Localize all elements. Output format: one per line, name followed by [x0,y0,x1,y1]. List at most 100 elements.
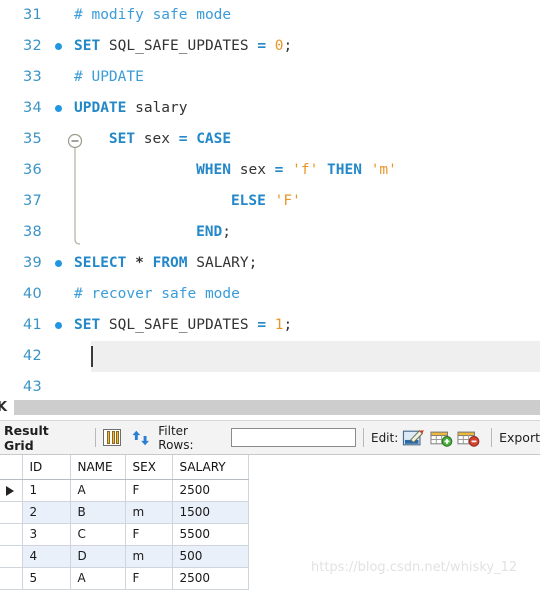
column-header[interactable]: SEX [125,455,173,480]
code-token-punc: ; [283,38,293,54]
code-token-kw: SELECT [74,255,127,271]
code-token-id: SQL_SAFE_UPDATES [100,317,258,333]
code-token-str: 'm' [361,162,397,178]
table-cell[interactable]: B [70,501,126,524]
row-selector-cell[interactable] [0,545,23,568]
filter-rows-input[interactable] [231,428,357,447]
table-cell[interactable]: F [125,479,173,502]
code-line[interactable]: 31 # modify safe mode [0,0,540,31]
code-line[interactable]: 39 SELECT * FROM SALARY; [0,248,540,279]
grid-view-icon[interactable] [103,429,121,446]
result-grid-toolbar[interactable]: Result Grid Filter Rows: Edit: Export [0,420,540,455]
row-selector-cell[interactable] [0,567,23,590]
delete-row-icon[interactable] [457,428,480,448]
insert-row-icon[interactable] [430,428,453,448]
export-button[interactable]: Export [499,430,540,445]
code-token-id: SQL_SAFE_UPDATES [100,38,258,54]
table-row[interactable]: 5 A F 2500 [0,567,249,590]
column-header[interactable]: NAME [70,455,126,480]
code-line[interactable]: 40 # recover safe mode [0,279,540,310]
editor-horizontal-scrollbar[interactable] [14,400,540,415]
code-line[interactable]: 35 SET sex = CASE [0,124,540,155]
table-cell[interactable]: m [125,545,173,568]
table-row[interactable]: 3 C F 5500 [0,523,249,546]
code-line-text: SELECT * FROM SALARY; [74,248,257,279]
grid-view-bar-2 [111,431,115,444]
code-line[interactable]: 36 WHEN sex = 'f' THEN 'm' [0,155,540,186]
table-cell[interactable]: 3 [22,523,71,546]
code-line[interactable]: 32 SET SQL_SAFE_UPDATES = 0; [0,31,540,62]
row-selector-cell[interactable] [0,479,23,502]
breakpoint-icon[interactable] [55,322,62,329]
result-grid-head: ID NAME SEX SALARY [0,455,249,480]
line-number: 33 [22,69,42,85]
code-line-text: END; [196,217,231,248]
table-cell[interactable]: F [125,523,173,546]
table-cell[interactable]: 5500 [172,523,249,546]
code-line[interactable]: 41 SET SQL_SAFE_UPDATES = 1; [0,310,540,341]
table-cell[interactable]: 1500 [172,501,249,524]
scrollbar-left-glyph[interactable]: K [0,400,11,415]
code-token-punc: ; [222,224,232,240]
row-selector-cell[interactable] [0,523,23,546]
code-line-text: WHEN sex = 'f' THEN 'm' [196,155,397,186]
code-token-id: SALARY [187,255,249,271]
result-grid-table[interactable]: ID NAME SEX SALARY 1 A F 2500 2 Bm 1500 3 C F 5500 4 Dm… [0,455,249,590]
table-cell[interactable]: A [70,567,126,590]
code-token-punc: ; [248,255,258,271]
column-header[interactable]: ID [22,455,71,480]
text-cursor [91,346,93,367]
breakpoint-icon[interactable] [55,43,62,50]
code-line-text: SET SQL_SAFE_UPDATES = 0; [74,31,292,62]
insert-row-header [430,431,448,436]
result-grid-body[interactable]: 1 A F 2500 2 Bm 1500 3 C F 5500 4 Dm 500 5 A F 2500 [0,479,249,590]
line-number: 35 [22,131,42,147]
code-token-num: 0 [266,38,284,54]
sql-code-editor[interactable]: 31 # modify safe mode 32 SET SQL_SAFE_UPDAT… [0,0,540,396]
code-token-kw: FROM [152,255,188,271]
refresh-arrow-up [132,430,141,440]
code-lines-container[interactable]: 31 # modify safe mode 32 SET SQL_SAFE_UPDAT… [0,0,540,396]
table-cell[interactable]: A [70,479,126,502]
table-row[interactable]: 4 Dm 500 [0,545,249,568]
code-token-kw: SET [74,38,101,54]
code-token-num: 1 [266,317,284,333]
result-grid[interactable]: ID NAME SEX SALARY 1 A F 2500 2 Bm 1500 3 C F 5500 4 Dm… [0,455,540,596]
table-row[interactable]: 2 Bm 1500 [0,501,249,524]
code-line[interactable]: 37 ELSE 'F' [0,186,540,217]
edit-row-icon[interactable] [402,428,425,448]
table-cell[interactable]: 2500 [172,479,249,502]
code-line[interactable]: 38 END; [0,217,540,248]
table-cell[interactable]: 1 [22,479,71,502]
table-cell[interactable]: D [70,545,126,568]
code-token-star: * [126,255,153,271]
column-header[interactable]: SALARY [172,455,249,480]
code-token-kw: SET [74,317,101,333]
table-cell[interactable]: 4 [22,545,71,568]
table-cell[interactable]: 5 [22,567,71,590]
code-token-kw: WHEN [196,162,231,178]
row-selector-header [0,455,23,480]
table-cell[interactable]: 2 [22,501,71,524]
table-cell[interactable]: 2500 [172,567,249,590]
table-cell[interactable]: F [125,567,173,590]
code-token-cmt: # recover safe mode [74,286,240,302]
breakpoint-icon[interactable] [55,105,62,112]
table-cell[interactable]: C [70,523,126,546]
line-number: 39 [22,255,42,271]
row-selector-cell[interactable] [0,501,23,524]
toolbar-separator-1 [95,428,97,447]
code-line[interactable]: 34 UPDATE salary [0,93,540,124]
table-cell[interactable]: m [125,501,173,524]
code-line[interactable]: 42 [0,341,540,372]
code-line[interactable]: 43 [0,372,540,396]
table-cell[interactable]: 500 [172,545,249,568]
line-number: 31 [22,7,42,23]
breakpoint-icon[interactable] [55,260,62,267]
line-number: 32 [22,38,42,54]
refresh-icon[interactable] [131,429,150,447]
code-line[interactable]: 33 # UPDATE [0,62,540,93]
code-token-kw: UPDATE [74,100,127,116]
line-number: 40 [22,286,42,302]
table-row[interactable]: 1 A F 2500 [0,479,249,502]
